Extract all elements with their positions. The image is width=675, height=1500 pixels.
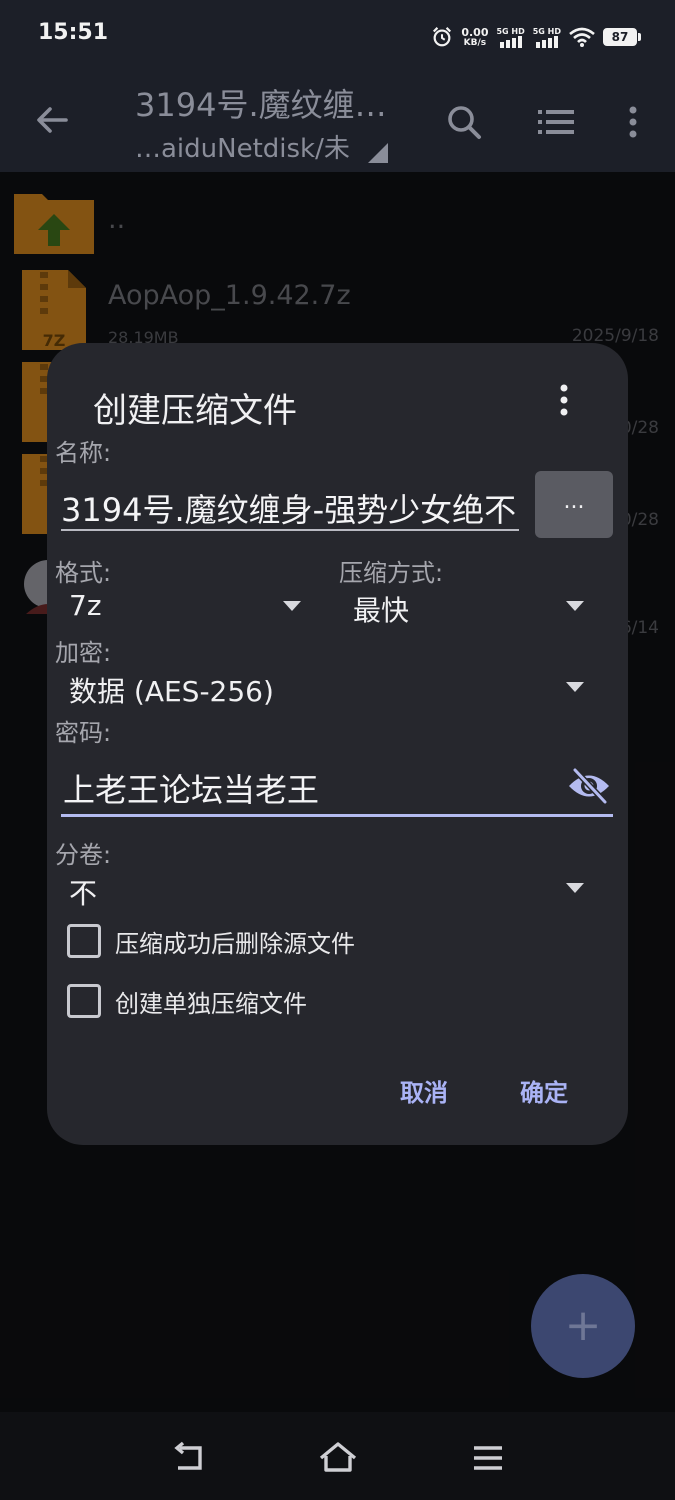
chevron-down-icon (566, 601, 584, 611)
back-nav-icon[interactable] (170, 1440, 210, 1476)
dialog-title: 创建压缩文件 (93, 391, 297, 431)
signal-sim2: 5G HD (533, 27, 561, 48)
compression-method-value: 最快 (353, 594, 410, 627)
browse-button[interactable]: ... (535, 471, 613, 538)
system-nav-bar (0, 1412, 675, 1500)
separate-archives-option[interactable]: 创建单独压缩文件 (67, 981, 307, 1021)
encryption-label: 加密: (55, 639, 112, 667)
archive-name-input[interactable]: 3194号.魔纹缠身-强势少女绝不 (61, 479, 519, 531)
chevron-down-icon (566, 883, 584, 893)
signal-bars-icon (499, 35, 522, 48)
split-volume-label: 分卷: (55, 841, 112, 869)
encryption-value: 数据 (AES-256) (69, 675, 274, 708)
compression-method-label: 压缩方式: (339, 559, 444, 587)
alarm-icon (433, 27, 452, 47)
status-bar: 15:51 0.00 KB/s 5G HD 5G HD 87 (0, 0, 675, 72)
app-bar: 3194号.魔纹缠… …aiduNetdisk/未 (0, 72, 675, 172)
password-field[interactable]: 上老王论坛当老王 (61, 761, 613, 817)
delete-source-option[interactable]: 压缩成功后删除源文件 (67, 921, 355, 961)
dialog-more-icon[interactable] (556, 383, 572, 417)
delete-source-checkbox[interactable] (67, 924, 101, 958)
plus-icon: + (564, 1300, 602, 1351)
password-value: 上老王论坛当老王 (63, 771, 320, 809)
separate-archives-checkbox[interactable] (67, 984, 101, 1018)
separate-archives-label: 创建单独压缩文件 (115, 989, 307, 1018)
name-label: 名称: (55, 439, 112, 467)
format-label: 格式: (55, 559, 112, 587)
path-subtitle: …aiduNetdisk/未 (135, 128, 420, 165)
format-value: 7z (69, 589, 102, 622)
split-volume-value: 不 (69, 877, 98, 910)
status-time: 15:51 (38, 20, 109, 45)
password-label: 密码: (55, 719, 112, 747)
list-view-icon[interactable] (536, 104, 576, 140)
signal-bars-icon (535, 35, 558, 48)
delete-source-label: 压缩成功后删除源文件 (115, 929, 355, 958)
search-icon[interactable] (444, 102, 484, 142)
network-speed: 0.00 KB/s (461, 25, 489, 48)
title-block[interactable]: 3194号.魔纹缠… …aiduNetdisk/未 (135, 80, 420, 165)
signal-sim1: 5G HD (496, 27, 525, 48)
battery-indicator: 87 (603, 28, 641, 46)
home-nav-icon[interactable] (318, 1440, 358, 1476)
chevron-down-icon (566, 682, 584, 692)
menu-nav-icon[interactable] (468, 1440, 508, 1476)
back-arrow-icon[interactable] (32, 100, 72, 140)
cancel-button[interactable]: 取消 (400, 1073, 448, 1108)
path-dropdown-icon (367, 142, 388, 163)
chevron-down-icon (283, 601, 301, 611)
ok-button[interactable]: 确定 (520, 1073, 568, 1108)
wifi-icon (569, 27, 595, 47)
create-archive-dialog: 创建压缩文件 名称: 3194号.魔纹缠身-强势少女绝不 ... 格式: 7z … (47, 343, 628, 1145)
app-title: 3194号.魔纹缠… (135, 86, 387, 124)
add-fab-button[interactable]: + (531, 1274, 635, 1378)
status-icons: 0.00 KB/s 5G HD 5G HD 87 (431, 22, 641, 52)
more-options-icon[interactable] (618, 102, 648, 142)
eye-off-icon[interactable] (567, 767, 611, 805)
